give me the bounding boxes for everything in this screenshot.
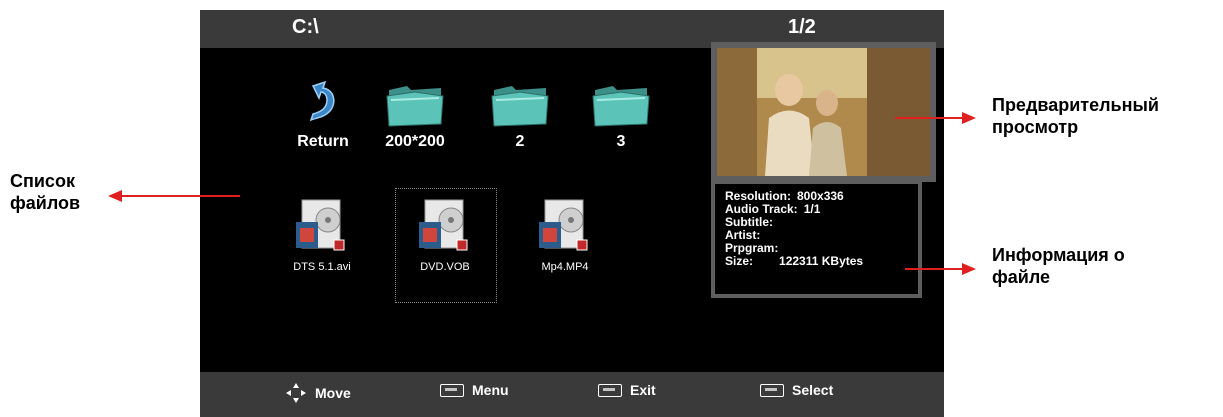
- hint-select-label: Select: [792, 382, 834, 398]
- page-indicator: 1/2: [788, 16, 816, 38]
- folder-label: 3: [616, 133, 626, 150]
- folder-label: Return: [297, 133, 349, 150]
- folder-icon: [592, 86, 650, 127]
- ok-key-icon: [760, 383, 784, 397]
- hint-move-label: Move: [315, 385, 351, 401]
- video-file-icon: [539, 199, 588, 251]
- file-label: Mp4.MP4: [541, 261, 589, 273]
- folder-icon: [386, 86, 444, 127]
- file-item-dts[interactable]: DTS 5.1.avi: [282, 198, 362, 273]
- arrow-info-head: [962, 263, 976, 275]
- hint-menu-label: Menu: [472, 382, 509, 398]
- bottom-hint-bar: Move Menu Exit Select: [200, 372, 944, 417]
- file-label: DTS 5.1.avi: [293, 261, 351, 273]
- arrow-preview-head: [962, 112, 976, 124]
- current-path: C:\: [292, 16, 319, 38]
- arrow-info-line: [905, 268, 965, 270]
- annotation-preview: Предварительный просмотр: [992, 95, 1159, 137]
- folder-label: 200*200: [385, 133, 445, 150]
- hint-exit: Exit: [598, 382, 656, 398]
- return-icon: [309, 80, 335, 122]
- menu-key-icon: [440, 383, 464, 397]
- folder-label: 2: [515, 133, 525, 150]
- video-file-icon: [296, 199, 345, 251]
- hint-select: Select: [760, 382, 833, 398]
- exit-key-icon: [598, 383, 622, 397]
- folder-item-return[interactable]: Return: [288, 80, 358, 151]
- info-size: Size: 122311 KBytes: [725, 254, 864, 268]
- file-info-panel: Resolution: 800x336 Audio Track: 1/1 Subti…: [711, 180, 922, 298]
- folder-item-2[interactable]: 2: [485, 78, 555, 151]
- annotation-file-list: Список файлов: [10, 171, 81, 213]
- annotation-file-info: Информация о файле: [992, 245, 1125, 287]
- hint-menu: Menu: [440, 382, 509, 398]
- hint-move: Move: [285, 382, 351, 404]
- dpad-icon: [286, 383, 306, 403]
- folder-icon: [491, 86, 549, 127]
- video-file-icon: [419, 199, 468, 251]
- file-label: DVD.VOB: [420, 261, 470, 273]
- arrow-file-list-line: [120, 195, 240, 197]
- file-item-mp4[interactable]: Mp4.MP4: [525, 198, 605, 273]
- folder-item-200x200[interactable]: 200*200: [375, 78, 455, 151]
- hint-exit-label: Exit: [630, 382, 656, 398]
- video-preview-image: [717, 48, 930, 176]
- media-browser-screen: C:\ 1/2 Return 200*200 2 3 DTS 5.1.avi D…: [200, 10, 944, 417]
- folder-item-3[interactable]: 3: [586, 78, 656, 151]
- arrow-preview-line: [895, 117, 965, 119]
- file-item-dvd[interactable]: DVD.VOB: [405, 198, 485, 273]
- preview-thumbnail: [711, 42, 936, 182]
